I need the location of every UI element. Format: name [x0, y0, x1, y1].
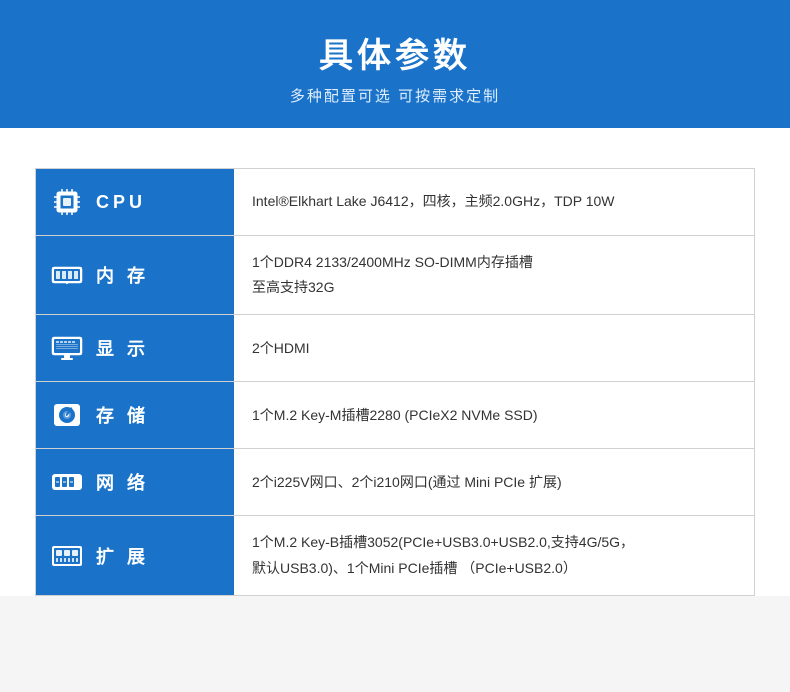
spec-label-cpu: CPU	[36, 169, 234, 235]
network-icon	[48, 463, 86, 501]
spec-value-network: 2个i225V网口、2个i210网口(通过 Mini PCIe 扩展)	[234, 449, 754, 515]
spacer	[0, 128, 790, 168]
storage-label: 存 储	[96, 402, 149, 428]
page-wrapper: 具体参数 多种配置可选 可按需求定制	[0, 0, 790, 596]
network-label: 网 络	[96, 469, 149, 495]
spec-label-memory: 内 存	[36, 236, 234, 314]
spec-label-display: 显 示	[36, 315, 234, 381]
spec-row-storage: 存 储 1个M.2 Key-M插槽2280 (PCIeX2 NVMe SSD)	[36, 382, 754, 449]
storage-icon	[48, 396, 86, 434]
spec-row-expansion: 扩 展 1个M.2 Key-B插槽3052(PCIe+USB3.0+USB2.0…	[36, 516, 754, 594]
spec-label-storage: 存 储	[36, 382, 234, 448]
spec-value-expansion: 1个M.2 Key-B插槽3052(PCIe+USB3.0+USB2.0,支持4…	[234, 516, 754, 594]
spec-value-display: 2个HDMI	[234, 315, 754, 381]
header-subtitle: 多种配置可选 可按需求定制	[20, 85, 770, 106]
memory-icon	[48, 256, 86, 294]
specs-table: CPU Intel®Elkhart Lake J6412，四核，主频2.0GHz…	[35, 168, 755, 596]
expansion-icon	[48, 537, 86, 575]
spec-label-network: 网 络	[36, 449, 234, 515]
spec-row-cpu: CPU Intel®Elkhart Lake J6412，四核，主频2.0GHz…	[36, 169, 754, 236]
spec-row-display: 显 示 2个HDMI	[36, 315, 754, 382]
memory-label: 内 存	[96, 262, 149, 288]
spec-value-storage: 1个M.2 Key-M插槽2280 (PCIeX2 NVMe SSD)	[234, 382, 754, 448]
cpu-label: CPU	[96, 192, 146, 213]
header-title: 具体参数	[20, 28, 770, 77]
spec-label-expansion: 扩 展	[36, 516, 234, 594]
cpu-icon	[48, 183, 86, 221]
display-label: 显 示	[96, 335, 149, 361]
display-icon	[48, 329, 86, 367]
expansion-label: 扩 展	[96, 543, 149, 569]
spec-value-cpu: Intel®Elkhart Lake J6412，四核，主频2.0GHz，TDP…	[234, 169, 754, 235]
header-banner: 具体参数 多种配置可选 可按需求定制	[0, 0, 790, 128]
spec-value-memory: 1个DDR4 2133/2400MHz SO-DIMM内存插槽 至高支持32G	[234, 236, 754, 314]
spec-row-memory: 内 存 1个DDR4 2133/2400MHz SO-DIMM内存插槽 至高支持…	[36, 236, 754, 315]
spec-row-network: 网 络 2个i225V网口、2个i210网口(通过 Mini PCIe 扩展)	[36, 449, 754, 516]
